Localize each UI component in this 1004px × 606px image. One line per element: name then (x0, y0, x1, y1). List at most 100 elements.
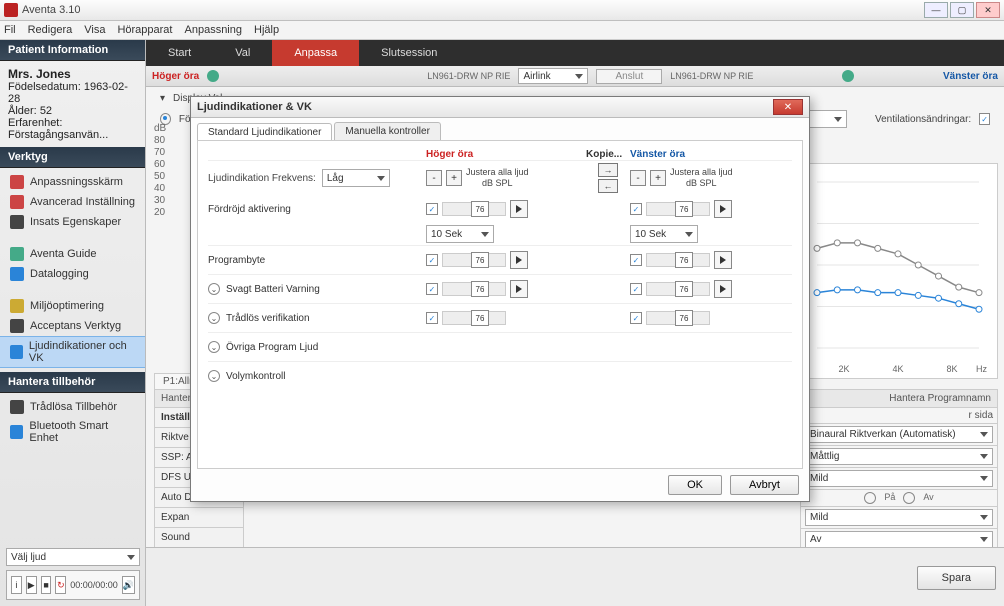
window-titlebar: Aventa 3.10 — ▢ ✕ (0, 0, 1004, 21)
chk-target80[interactable] (655, 113, 666, 125)
tool-icon (10, 319, 24, 333)
program-select[interactable]: Måttlig (805, 448, 993, 465)
sidebar-item[interactable]: Aventa Guide (0, 244, 145, 264)
sidebar-item-label: Trådlösa Tillbehör (30, 401, 117, 413)
sidebar-item[interactable]: Insats Egenskaper (0, 212, 145, 232)
tab-start[interactable]: Start (146, 40, 213, 66)
sidebar-item[interactable]: Ljudindikationer och VK (0, 336, 145, 368)
program-select[interactable]: Av (805, 531, 993, 548)
play-button[interactable]: ▶ (26, 576, 37, 594)
menu-fitting[interactable]: Anpassning (185, 24, 243, 36)
sidebar-item-label: Anpassningsskärm (30, 176, 123, 188)
tool-icon (10, 195, 24, 209)
stop-button[interactable]: ■ (41, 576, 52, 594)
window-title: Aventa 3.10 (22, 4, 924, 16)
menu-file[interactable]: Fil (4, 24, 16, 36)
tool-icon (10, 267, 24, 281)
sidebar-item-label: Insats Egenskaper (30, 216, 121, 228)
program-tab[interactable]: P1:Allro (154, 373, 207, 390)
program-row: Binaural Riktverkan (Automatisk) (800, 424, 998, 446)
left-ear-status-icon (842, 70, 854, 82)
volume-button[interactable]: 🔊 (122, 576, 135, 594)
program-row: På Av (800, 490, 998, 507)
audio-time: 00:00/00:00 (70, 580, 118, 590)
svg-text:2K: 2K (838, 364, 849, 374)
radio-on[interactable] (864, 492, 876, 504)
info-button[interactable]: i (11, 576, 22, 594)
save-button[interactable]: Spara (917, 566, 996, 590)
birth-label: Födelsedatum: (8, 81, 81, 93)
maximize-button[interactable]: ▢ (950, 2, 974, 18)
menu-device[interactable]: Hörapparat (117, 24, 172, 36)
loop-button[interactable]: ↻ (55, 576, 66, 594)
menu-edit[interactable]: Redigera (28, 24, 73, 36)
program-row: Måttlig (800, 446, 998, 468)
sidebar-item[interactable]: Anpassningsskärm (0, 172, 145, 192)
chk-vent[interactable] (979, 113, 990, 125)
exp-value: Förstagångsanvän... (8, 129, 108, 141)
svg-text:8K: 8K (946, 364, 957, 374)
response-chart-right: 2K 4K 8K Hz (798, 163, 998, 379)
main-tabs: Start Val Anpassa Slutsession (146, 40, 1004, 66)
sidebar-item-label: Bluetooth Smart Enhet (29, 420, 135, 444)
svg-text:4K: 4K (892, 364, 903, 374)
program-panel-head: Hantera Programnamn (800, 389, 998, 408)
right-ear-label: Höger öra (152, 71, 199, 82)
menu-help[interactable]: Hjälp (254, 24, 279, 36)
tool-icon (10, 425, 23, 439)
radio-off[interactable] (903, 492, 915, 504)
menu-view[interactable]: Visa (84, 24, 105, 36)
program-row: Mild (800, 507, 998, 529)
audio-player: Välj ljud i ▶ ■ ↻ 00:00/00:00 🔊 (6, 548, 140, 600)
program-select[interactable]: Binaural Riktverkan (Automatisk) (805, 426, 993, 443)
sidebar-item-label: Avancerad Inställning (30, 196, 135, 208)
sidebar: Patient Information Mrs. Jones Födelseda… (0, 40, 146, 606)
chk-target50[interactable] (617, 113, 628, 125)
sidebar-item-label: Datalogging (30, 268, 89, 280)
display-head[interactable]: Display Val (173, 93, 222, 104)
settings-row[interactable]: SSP: A (154, 448, 244, 468)
settings-row[interactable]: Expan (154, 508, 244, 528)
audio-select[interactable]: Välj ljud (6, 548, 140, 566)
radio-output[interactable] (252, 113, 263, 125)
left-ear-sn: LN961-DRW NP RIE (670, 71, 753, 81)
settings-row[interactable]: Inställni (154, 408, 244, 428)
svg-text:Hz: Hz (976, 364, 987, 374)
close-button[interactable]: ✕ (976, 2, 1000, 18)
tool-icon (10, 299, 24, 313)
patient-panel: Mrs. Jones Födelsedatum: 1963-02-28 Ålde… (0, 61, 145, 147)
sidebar-item[interactable]: Trådlösa Tillbehör (0, 397, 145, 417)
sidebar-item-label: Aventa Guide (30, 248, 96, 260)
tools-list: Anpassningsskärm Avancerad Inställning Ins… (0, 168, 145, 372)
program-row: Mild (800, 468, 998, 490)
chk-gain50[interactable] (467, 113, 478, 125)
settings-row[interactable]: DFS U (154, 468, 244, 488)
patient-name: Mrs. Jones (8, 67, 71, 81)
right-ear-sn: LN961-DRW NP RIE (427, 71, 510, 81)
sidebar-item-label: Miljöoptimering (30, 300, 104, 312)
main-area: Start Val Anpassa Slutsession Höger öra … (146, 40, 1004, 606)
target-pct-select[interactable]: 100 (779, 110, 847, 128)
left-ear-label: Vänster öra (943, 71, 998, 82)
program-select[interactable]: Mild (805, 509, 993, 526)
link-select[interactable]: Airlink (518, 68, 588, 84)
settings-row[interactable]: Riktve (154, 428, 244, 448)
tool-icon (10, 215, 24, 229)
tab-val[interactable]: Val (213, 40, 272, 66)
tab-slutsession[interactable]: Slutsession (359, 40, 459, 66)
sidebar-item[interactable]: Miljöoptimering (0, 296, 145, 316)
sidebar-item-label: Acceptans Verktyg (30, 320, 121, 332)
program-select[interactable]: Mild (805, 470, 993, 487)
tab-anpassa[interactable]: Anpassa (272, 40, 359, 66)
patient-panel-head: Patient Information (0, 40, 145, 61)
settings-row[interactable]: Sound (154, 528, 244, 548)
sidebar-item[interactable]: Datalogging (0, 264, 145, 284)
sidebar-item[interactable]: Bluetooth Smart Enhet (0, 417, 145, 447)
connect-button[interactable]: Anslut (596, 69, 662, 84)
sidebar-item[interactable]: Acceptans Verktyg (0, 316, 145, 336)
minimize-button[interactable]: — (924, 2, 948, 18)
chk-gain80[interactable] (505, 113, 516, 125)
sidebar-item[interactable]: Avancerad Inställning (0, 192, 145, 212)
tool-icon (10, 400, 24, 414)
settings-row[interactable]: Auto D (154, 488, 244, 508)
